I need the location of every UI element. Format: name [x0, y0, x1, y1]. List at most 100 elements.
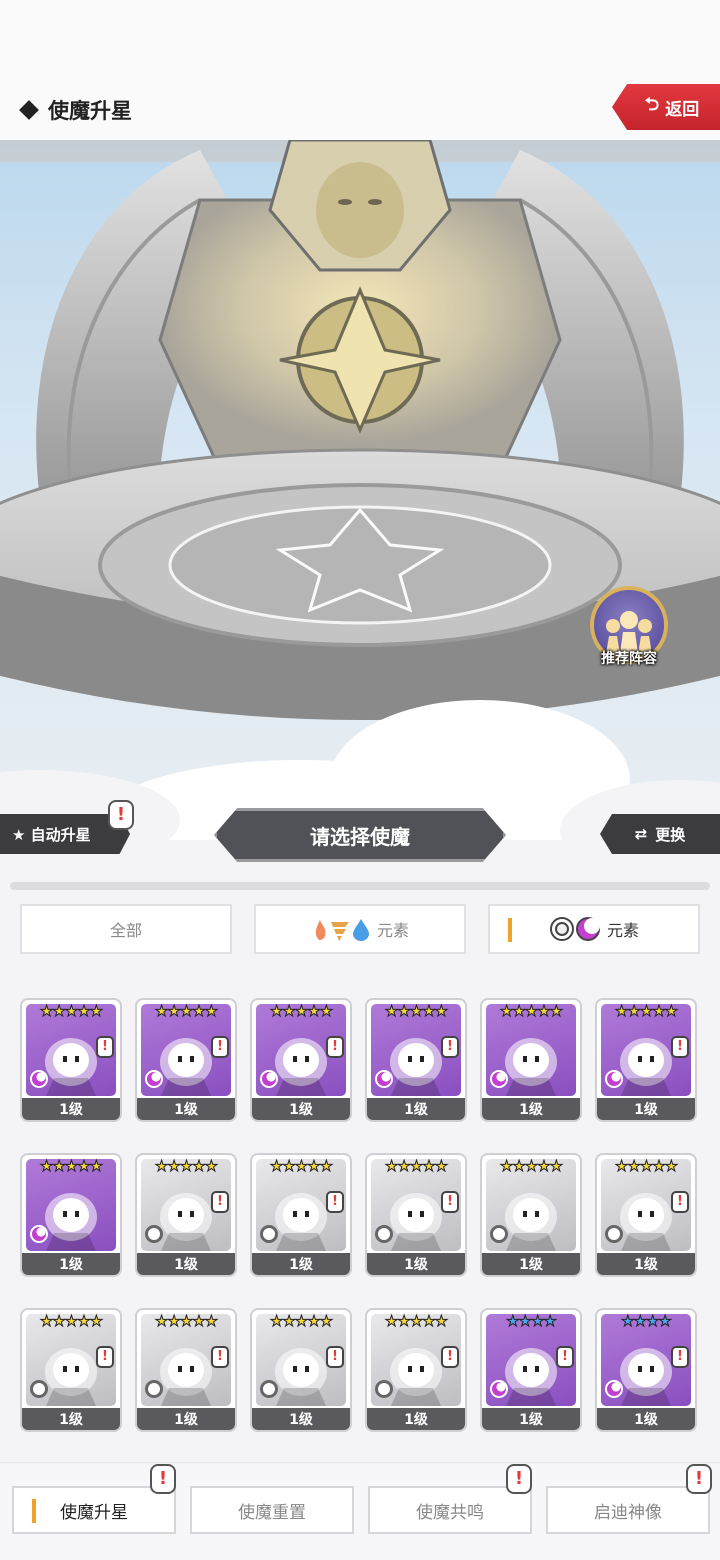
level-label: 1级	[597, 1253, 695, 1275]
star-rating: ★★★★★	[154, 1002, 218, 1021]
recommend-team-button[interactable]: 推荐阵容	[586, 586, 672, 682]
dark-element-icon	[490, 1070, 508, 1088]
select-familiar-title: 请选择使魔	[310, 824, 410, 849]
status-area	[0, 0, 720, 80]
light-dark-icon	[549, 917, 600, 941]
star-rating: ★★★★★	[384, 1157, 448, 1176]
level-label: 1级	[22, 1098, 120, 1120]
tab-enlightenment-statue[interactable]: 启迪神像	[546, 1486, 710, 1534]
familiar-card[interactable]: ★★★★★ 1级	[480, 1153, 582, 1277]
alert-badge-icon: !	[150, 1464, 176, 1494]
alert-badge-icon: !	[556, 1346, 574, 1368]
alert-badge-icon: !	[211, 1346, 229, 1368]
swap-button[interactable]: ⇄ 更换	[600, 814, 720, 854]
star-rating: ★★★★	[621, 1312, 673, 1331]
dark-element-icon	[145, 1070, 163, 1088]
familiar-card[interactable]: ★★★★★! 1级	[365, 1153, 467, 1277]
familiar-card[interactable]: ★★★★★! 1级	[250, 1308, 352, 1432]
back-button[interactable]: ⮌ 返回	[612, 84, 720, 130]
light-element-icon	[260, 1225, 278, 1243]
alert-badge-icon: !	[108, 800, 134, 830]
familiar-card[interactable]: ★★★★★ 1级	[480, 998, 582, 1122]
level-label: 1级	[252, 1098, 350, 1120]
level-label: 1级	[137, 1408, 235, 1430]
familiar-card[interactable]: ★★★★★! 1级	[20, 1308, 122, 1432]
familiar-card[interactable]: ★★★★★! 1级	[365, 1308, 467, 1432]
familiar-card[interactable]: ★★★★★ 1级	[20, 1153, 122, 1277]
familiar-card[interactable]: ★★★★★! 1级	[20, 998, 122, 1122]
dark-element-icon	[605, 1070, 623, 1088]
level-label: 1级	[252, 1253, 350, 1275]
familiar-card[interactable]: ★★★★★! 1级	[595, 998, 697, 1122]
star-rating: ★★★★★	[269, 1002, 333, 1021]
alert-badge-icon: !	[96, 1036, 114, 1058]
alert-badge-icon: !	[326, 1036, 344, 1058]
familiar-card[interactable]: ★★★★! 1级	[595, 1308, 697, 1432]
light-element-icon	[375, 1225, 393, 1243]
light-element-icon	[260, 1380, 278, 1398]
familiar-card[interactable]: ★★★★★! 1级	[250, 1153, 352, 1277]
star-rating: ★★★★★	[39, 1002, 103, 1021]
star-rating: ★★★★★	[269, 1157, 333, 1176]
tab-label: 使魔升星	[60, 1502, 128, 1523]
tab-familiar-resonance[interactable]: 使魔共鸣	[368, 1486, 532, 1534]
light-element-icon	[375, 1380, 393, 1398]
alert-badge-icon: !	[441, 1036, 459, 1058]
page-header: 使魔升星	[0, 80, 720, 140]
fire-wind-water-icon	[315, 919, 369, 941]
alert-badge-icon: !	[671, 1036, 689, 1058]
alert-badge-icon: !	[211, 1191, 229, 1213]
tab-familiar-reset[interactable]: 使魔重置	[190, 1486, 354, 1534]
back-label: 返回	[665, 99, 700, 120]
dark-element-icon	[30, 1070, 48, 1088]
familiar-card[interactable]: ★★★★! 1级	[480, 1308, 582, 1432]
level-label: 1级	[137, 1253, 235, 1275]
level-label: 1级	[367, 1408, 465, 1430]
familiar-card[interactable]: ★★★★★! 1级	[135, 998, 237, 1122]
alert-badge-icon: !	[326, 1191, 344, 1213]
level-label: 1级	[22, 1408, 120, 1430]
familiar-card[interactable]: ★★★★★! 1级	[365, 998, 467, 1122]
familiar-card[interactable]: ★★★★★! 1级	[135, 1153, 237, 1277]
familiar-card[interactable]: ★★★★★! 1级	[135, 1308, 237, 1432]
return-arrow-icon: ⮌	[644, 94, 660, 115]
alert-badge-icon: !	[441, 1191, 459, 1213]
star-rating: ★★★★★	[154, 1312, 218, 1331]
active-indicator	[32, 1499, 36, 1523]
alert-badge-icon: !	[211, 1036, 229, 1058]
filter-element-basic[interactable]: 元素	[254, 904, 466, 954]
tab-label: 启迪神像	[594, 1502, 662, 1523]
light-element-icon	[490, 1225, 508, 1243]
light-element-icon	[145, 1225, 163, 1243]
alert-badge-icon: !	[96, 1346, 114, 1368]
filter-element-light-dark-label: 元素	[606, 921, 639, 940]
filter-all[interactable]: 全部	[20, 904, 232, 954]
light-element-icon	[30, 1380, 48, 1398]
swap-arrows-icon: ⇄	[634, 825, 648, 843]
star-rating: ★★★★★	[614, 1002, 678, 1021]
level-label: 1级	[137, 1098, 235, 1120]
filter-element-light-dark[interactable]: 元素	[488, 904, 700, 954]
level-label: 1级	[367, 1253, 465, 1275]
alert-badge-icon: !	[326, 1346, 344, 1368]
tab-label: 使魔共鸣	[416, 1502, 484, 1523]
select-familiar-banner: 请选择使魔	[214, 808, 506, 862]
star-rating: ★★★★★	[499, 1002, 563, 1021]
familiar-card[interactable]: ★★★★★! 1级	[250, 998, 352, 1122]
alert-badge-icon: !	[671, 1346, 689, 1368]
recommend-team-label: 推荐阵容	[601, 651, 657, 667]
level-label: 1级	[482, 1098, 580, 1120]
auto-star-label: ★ 自动升星	[12, 825, 91, 844]
statue-scene	[0, 140, 720, 840]
star-rating: ★★★★★	[499, 1157, 563, 1176]
dark-element-icon	[375, 1070, 393, 1088]
level-label: 1级	[22, 1253, 120, 1275]
tab-familiar-star-up[interactable]: 使魔升星	[12, 1486, 176, 1534]
filter-element-basic-label: 元素	[376, 921, 409, 940]
star-rating: ★★★★★	[154, 1157, 218, 1176]
page-title: 使魔升星	[48, 99, 132, 123]
swap-label: 更换	[655, 825, 686, 844]
level-label: 1级	[367, 1098, 465, 1120]
familiar-card[interactable]: ★★★★★! 1级	[595, 1153, 697, 1277]
star-rating: ★★★★★	[39, 1157, 103, 1176]
